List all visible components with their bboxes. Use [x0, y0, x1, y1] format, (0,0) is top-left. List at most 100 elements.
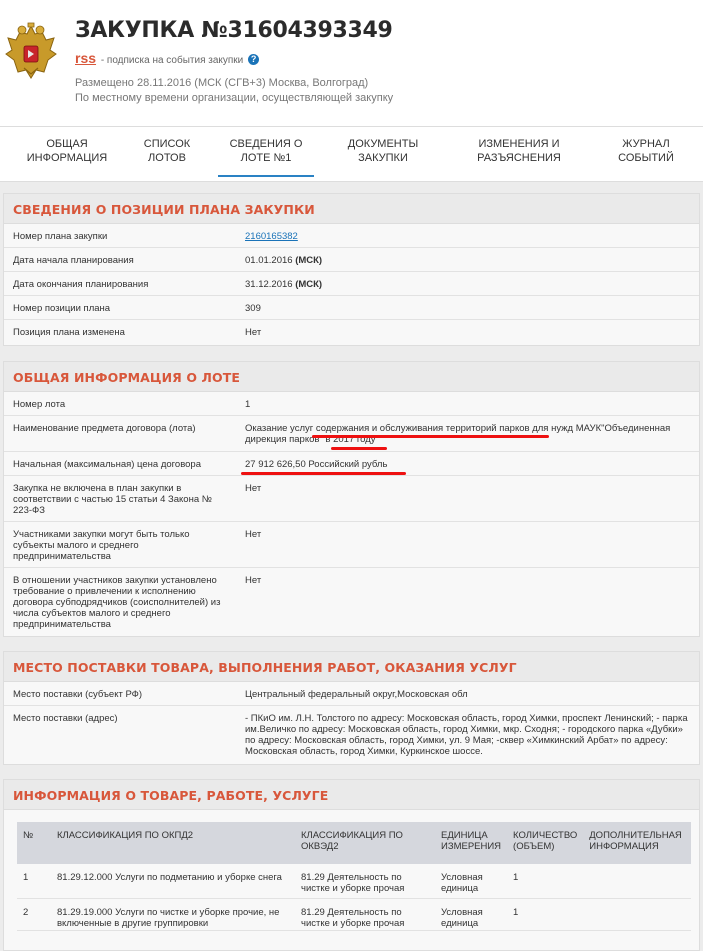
info-row: Дата начала планирования 01.01.2016 (МСК… — [4, 248, 699, 272]
info-row: Позиция плана изменена Нет — [4, 320, 699, 344]
row-value: 31.12.2016 — [245, 279, 293, 290]
cell-okved: 81.29 Деятельность по чистке и уборке пр… — [295, 898, 435, 931]
info-row: Наименование предмета договора (лота) Ок… — [4, 416, 699, 452]
lot-info-card: Общая информация о лоте Номер лота 1 Наи… — [3, 361, 700, 637]
russian-emblem-icon — [2, 20, 60, 84]
tab-label-line: Документы — [347, 138, 419, 150]
delivery-place-card: Место поставки товара, выполнения работ,… — [3, 651, 700, 765]
row-label: Номер лота — [13, 399, 66, 410]
row-label: Дата окончания планирования — [13, 279, 149, 290]
plan-number-link[interactable]: 2160165382 — [245, 231, 298, 242]
page-header: ЗАКУПКА №31604393349 rss - подписка на с… — [0, 0, 703, 126]
tab-lots-list[interactable]: Список лотов — [132, 137, 202, 165]
cell-extra — [583, 898, 691, 931]
tab-bar: Общая информация Список лотов Сведения о… — [0, 126, 703, 182]
posted-info: Размещено 28.11.2016 (МСК (СГВ+3) Москва… — [75, 76, 393, 106]
annotation-underline — [241, 472, 406, 475]
info-row: Номер лота 1 — [4, 392, 699, 416]
cell-quantity: 1 — [507, 864, 584, 899]
timezone-suffix: (МСК) — [295, 255, 323, 266]
tab-label-line: Изменения и — [478, 138, 560, 150]
tab-documents[interactable]: Документы закупки — [334, 137, 432, 165]
info-row: Дата окончания планирования 31.12.2016 (… — [4, 272, 699, 296]
row-label: В отношении участников закупки установле… — [13, 575, 221, 630]
page-title: ЗАКУПКА №31604393349 — [75, 18, 393, 43]
goods-info-card: Информация о товаре, работе, услуге № Кл… — [3, 779, 700, 951]
info-row: Закупка не включена в план закупки в соо… — [4, 476, 699, 522]
rss-subscription: rss - подписка на события закупки ? — [75, 50, 260, 66]
info-row: Участниками закупки могут быть только су… — [4, 522, 699, 568]
row-label: Место поставки (субъект РФ) — [13, 689, 143, 700]
tab-label-line: Список — [143, 138, 191, 150]
posted-date: Размещено 28.11.2016 (МСК (СГВ+3) Москва… — [75, 77, 369, 89]
info-row: Место поставки (субъект РФ) Центральный … — [4, 682, 699, 706]
row-label: Закупка не включена в план закупки в соо… — [13, 483, 212, 516]
row-label: Позиция плана изменена — [13, 327, 125, 338]
cell-unit: Условная единица — [435, 864, 508, 899]
cell-okpd: 81.29.12.000 Услуги по подметанию и убор… — [51, 864, 295, 899]
tab-label-line: событий — [618, 152, 674, 164]
row-value: Нет — [245, 575, 262, 586]
goods-table: № Классификация по ОКПД2 Классификация п… — [17, 822, 691, 931]
cell-unit: Условная единица — [435, 898, 508, 931]
tab-label-line: закупки — [358, 152, 408, 164]
column-header: № — [17, 822, 51, 864]
tab-lot-details[interactable]: Сведения о лоте №1 — [218, 137, 314, 177]
row-value: 1 — [245, 399, 251, 410]
cell-okpd: 81.29.19.000 Услуги по чистке и уборке п… — [51, 898, 295, 931]
row-value: 309 — [245, 303, 261, 314]
tab-label-line: лотов — [148, 152, 186, 164]
column-header: Единица измерения — [435, 822, 508, 864]
info-row: В отношении участников закупки установле… — [4, 568, 699, 636]
table-header-row: № Классификация по ОКПД2 Классификация п… — [17, 822, 691, 864]
cell-extra — [583, 864, 691, 899]
row-value: Центральный федеральный округ,Московская… — [245, 689, 468, 700]
annotation-underline — [312, 435, 549, 438]
tab-label-line: лоте №1 — [240, 152, 292, 164]
row-label: Начальная (максимальная) цена договора — [13, 459, 202, 470]
row-value: Нет — [245, 483, 262, 494]
column-header: Дополнительная информация — [583, 822, 691, 864]
info-row: Номер плана закупки 2160165382 — [4, 224, 699, 248]
tab-label-line: разъяснения — [477, 152, 561, 164]
annotation-underline — [331, 447, 387, 450]
cell-okved: 81.29 Деятельность по чистке и уборке пр… — [295, 864, 435, 899]
timezone-suffix: (МСК) — [295, 279, 323, 290]
column-header: Классификация по ОКВЭД2 — [295, 822, 435, 864]
tab-changes[interactable]: Изменения и разъяснения — [466, 137, 572, 165]
row-label: Дата начала планирования — [13, 255, 134, 266]
posted-timezone-note: По местному времени организации, осущест… — [75, 92, 394, 104]
contract-subject-value: Оказание услуг содержания и обслуживания… — [245, 423, 671, 445]
row-value: Нет — [245, 529, 262, 540]
section-title: Место поставки товара, выполнения работ,… — [4, 652, 699, 682]
column-header: Классификация по ОКПД2 — [51, 822, 295, 864]
cell-quantity: 1 — [507, 898, 584, 931]
row-label: Место поставки (адрес) — [13, 713, 118, 724]
section-title: Сведения о позиции плана закупки — [4, 194, 699, 224]
info-row: Номер позиции плана 309 — [4, 296, 699, 320]
table-row: 1 81.29.12.000 Услуги по подметанию и уб… — [17, 864, 691, 899]
section-title: Информация о товаре, работе, услуге — [4, 780, 699, 810]
tab-general-info[interactable]: Общая информация — [22, 137, 112, 165]
tab-label-line: Общая — [46, 138, 88, 150]
column-header: Количество (Объем) — [507, 822, 584, 864]
info-row: Начальная (максимальная) цена договора 2… — [4, 452, 699, 476]
tab-label-line: Журнал — [622, 138, 670, 150]
tab-event-log[interactable]: Журнал событий — [604, 137, 688, 165]
cell-number: 2 — [17, 898, 51, 931]
rss-note: - подписка на события закупки — [100, 55, 244, 66]
row-label: Номер позиции плана — [13, 303, 111, 314]
delivery-address-value: - ПКиО им. Л.Н. Толстого по адресу: Моск… — [245, 713, 688, 757]
tab-label-line: информация — [26, 152, 108, 164]
contract-price-value: 27 912 626,50 Российский рубль — [245, 459, 388, 470]
row-label: Номер плана закупки — [13, 231, 108, 242]
help-icon[interactable]: ? — [248, 54, 260, 65]
rss-link[interactable]: rss — [75, 50, 96, 66]
cell-number: 1 — [17, 864, 51, 899]
row-value: 01.01.2016 — [245, 255, 293, 266]
section-title: Общая информация о лоте — [4, 362, 699, 392]
row-label: Участниками закупки могут быть только су… — [13, 529, 190, 562]
tab-label-line: Сведения о — [229, 138, 303, 150]
info-row: Место поставки (адрес) - ПКиО им. Л.Н. Т… — [4, 706, 699, 764]
plan-position-card: Сведения о позиции плана закупки Номер п… — [3, 193, 700, 346]
